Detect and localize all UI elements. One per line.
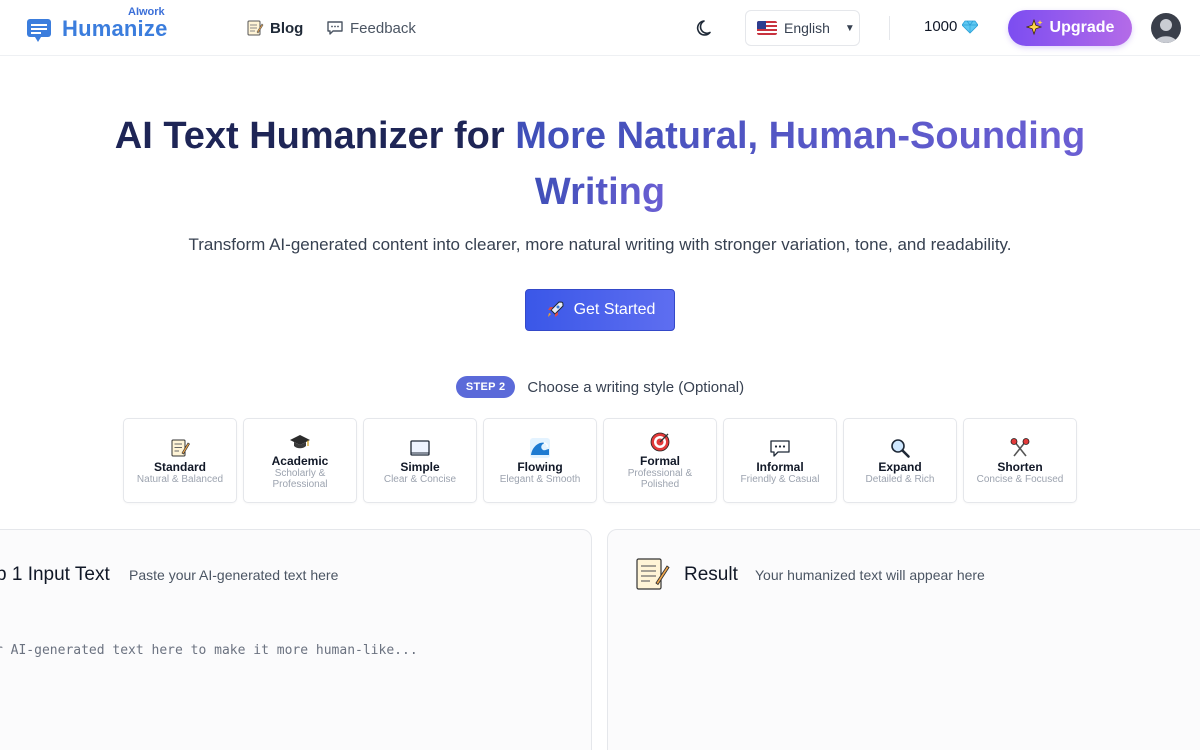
style-name: Standard	[153, 459, 206, 474]
sparkle-icon	[1025, 19, 1043, 36]
style-name: Shorten	[997, 459, 1043, 474]
style-name: Flowing	[517, 459, 563, 474]
style-card-academic[interactable]: Academic Scholarly & Professional	[243, 418, 357, 503]
result-panel-title: Result	[684, 564, 738, 585]
nav-blog-link[interactable]: Blog	[246, 17, 303, 39]
logo[interactable]: AIwork Humanize	[26, 6, 176, 50]
style-card-informal[interactable]: Informal Friendly & Casual	[723, 418, 837, 503]
credits-count: 1000	[924, 18, 958, 35]
upgrade-button[interactable]: Upgrade	[1008, 10, 1132, 46]
scissors-icon	[1010, 437, 1030, 456]
style-card-standard[interactable]: Standard Natural & Balanced	[123, 418, 237, 503]
caret-down-icon: ▼	[844, 22, 855, 34]
magnifier-icon	[891, 438, 910, 458]
header-divider	[889, 16, 890, 40]
input-textarea[interactable]: r AI-generated text here to make it more…	[0, 643, 418, 658]
style-name: Expand	[878, 459, 922, 474]
get-started-label: Get Started	[573, 301, 656, 318]
style-desc: Clear & Concise	[383, 473, 457, 485]
input-panel-hint: Paste your AI-generated text here	[129, 567, 339, 583]
book-icon	[410, 439, 430, 456]
chat-bubble-icon	[770, 439, 790, 457]
style-desc: Detailed & Rich	[865, 473, 935, 485]
style-card-shorten[interactable]: Shorten Concise & Focused	[963, 418, 1077, 503]
credits-balance: 1000	[924, 18, 979, 35]
user-silhouette-icon	[1155, 19, 1177, 43]
style-name: Academic	[271, 454, 329, 468]
nav-feedback-link[interactable]: Feedback	[326, 17, 416, 39]
style-name: Informal	[756, 459, 804, 474]
style-card-expand[interactable]: Expand Detailed & Rich	[843, 418, 957, 503]
result-panel-hint: Your humanized text will appear here	[755, 567, 985, 583]
style-card-formal[interactable]: Formal Professional & Polished	[603, 418, 717, 503]
input-panel	[0, 529, 592, 750]
style-desc: Scholarly & Professional	[272, 468, 328, 490]
logo-brand-text: Humanize	[62, 16, 168, 41]
writing-style-list: Standard Natural & Balanced Academic Sch…	[123, 418, 1077, 503]
graduation-cap-icon	[290, 435, 310, 449]
wave-icon	[530, 437, 550, 458]
style-name: Formal	[639, 454, 680, 468]
style-desc: Natural & Balanced	[136, 473, 224, 485]
us-flag-icon	[757, 21, 777, 35]
memo-icon	[171, 439, 190, 456]
page-title: AI Text Humanizer for More Natural, Huma…	[0, 108, 1200, 220]
target-icon	[650, 432, 670, 452]
top-header: AIwork Humanize Blog Feedback English ▼ …	[0, 0, 1200, 56]
memo-icon	[636, 558, 670, 590]
style-desc: Professional & Polished	[627, 468, 693, 490]
input-panel-title: p 1 Input Text	[0, 564, 110, 585]
style-name: Simple	[400, 459, 440, 474]
nav-blog-label: Blog	[270, 19, 304, 37]
page-title-line2: Writing	[534, 171, 666, 213]
step2-text: Choose a writing style (Optional)	[527, 378, 745, 396]
page-title-dark: AI Text Humanizer for	[114, 115, 516, 157]
upgrade-label: Upgrade	[1049, 19, 1115, 36]
diamond-icon	[962, 20, 979, 34]
get-started-button[interactable]: Get Started	[525, 289, 675, 331]
style-desc: Concise & Focused	[976, 473, 1064, 485]
step2-badge: STEP 2	[455, 376, 516, 398]
language-label: English	[784, 20, 830, 36]
style-card-simple[interactable]: Simple Clear & Concise	[363, 418, 477, 503]
chat-logo-icon	[27, 19, 51, 42]
nav-feedback-label: Feedback	[350, 19, 416, 37]
style-card-flowing[interactable]: Flowing Elegant & Smooth	[483, 418, 597, 503]
memo-icon	[247, 20, 264, 36]
rocket-icon	[547, 301, 564, 317]
style-desc: Elegant & Smooth	[499, 473, 581, 485]
page-title-accent: More Natural, Human-Sounding	[515, 115, 1086, 157]
step2-header: STEP 2 Choose a writing style (Optional)	[0, 376, 1200, 398]
language-select[interactable]: English ▼	[745, 10, 860, 46]
feedback-bubble-icon	[327, 21, 343, 35]
style-desc: Friendly & Casual	[740, 473, 820, 485]
user-avatar[interactable]	[1151, 13, 1181, 43]
page-subtitle: Transform AI-generated content into clea…	[188, 235, 1012, 254]
result-panel	[607, 529, 1200, 750]
dark-mode-moon-icon[interactable]	[695, 17, 717, 39]
